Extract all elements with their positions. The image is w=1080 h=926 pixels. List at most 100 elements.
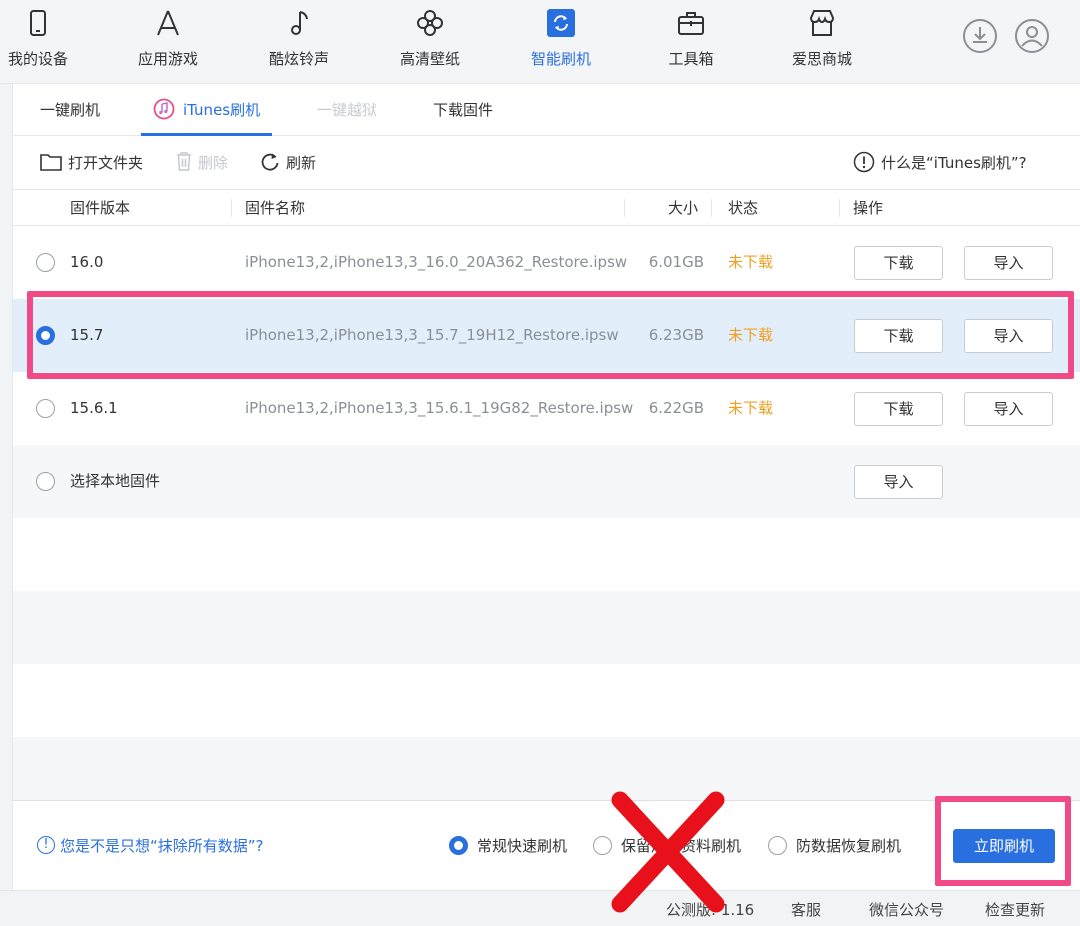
table-row[interactable]: 15.6.1 iPhone13,2,iPhone13,3_15.6.1_19G8… — [13, 372, 1080, 445]
tab-download-firmware[interactable]: 下载固件 — [433, 84, 493, 136]
firmware-status: 未下载 — [728, 399, 774, 417]
nav-toolbox[interactable]: 工具箱 — [636, 0, 746, 84]
nav-label: 高清壁纸 — [399, 50, 460, 68]
table-row-selected[interactable]: 15.7 iPhone13,2,iPhone13,3_15.7_19H12_Re… — [13, 299, 1080, 372]
nav-label: 爱思商城 — [791, 50, 852, 68]
tab-jailbreak[interactable]: 一键越狱 — [317, 84, 377, 136]
firmware-version: 15.6.1 — [70, 399, 118, 417]
download-button[interactable]: 下载 — [854, 392, 943, 426]
flash-options-bar: ! 您是不是只想“抹除所有数据”? 常规快速刷机 保留用户资料刷机 防数据恢复刷机… — [13, 800, 1080, 890]
erase-question-label: 您是不是只想“抹除所有数据”? — [60, 837, 264, 855]
row-radio[interactable] — [36, 472, 55, 491]
tab-bar: 一键刷机 iTunes刷机 一键越狱 下载固件 — [13, 84, 1080, 136]
phone-icon — [30, 10, 46, 36]
refresh-square-icon — [547, 9, 575, 37]
info-circle-icon — [853, 151, 875, 172]
table-row[interactable]: 16.0 iPhone13,2,iPhone13,3_16.0_20A362_R… — [13, 226, 1080, 299]
col-status: 状态 — [728, 199, 759, 217]
col-version: 固件版本 — [70, 199, 131, 217]
mode-radio[interactable] — [768, 835, 787, 855]
open-folder-button[interactable]: 打开文件夹 — [40, 136, 143, 190]
firmware-toolbar: 打开文件夹 删除 刷新 什么是“iTunes刷机”? — [13, 136, 1080, 190]
firmware-version: 15.7 — [70, 326, 104, 344]
col-separator — [231, 199, 232, 217]
nav-label: 工具箱 — [668, 50, 714, 68]
row-radio[interactable] — [36, 326, 55, 345]
help-label: 什么是“iTunes刷机”? — [881, 154, 1027, 172]
left-sidebar-edge — [0, 84, 13, 890]
wechat-account-link[interactable]: 微信公众号 — [869, 891, 944, 926]
app-store-icon — [157, 10, 179, 36]
col-separator — [839, 199, 840, 217]
delete-button[interactable]: 删除 — [176, 136, 228, 190]
mode-anti-recovery-flash[interactable]: 防数据恢复刷机 — [768, 835, 901, 856]
music-note-icon — [291, 11, 308, 35]
mode-keep-data-flash[interactable]: 保留用户资料刷机 — [593, 835, 741, 856]
firmware-status: 未下载 — [728, 326, 774, 344]
empty-row — [13, 664, 1080, 737]
col-action: 操作 — [853, 199, 884, 217]
table-header: 固件版本 固件名称 大小 状态 操作 — [13, 190, 1080, 226]
mode-label: 常规快速刷机 — [477, 837, 568, 855]
what-is-itunes-flash-link[interactable]: 什么是“iTunes刷机”? — [853, 136, 1027, 190]
delete-label: 删除 — [198, 154, 229, 172]
col-size: 大小 — [668, 199, 699, 217]
user-circle-icon[interactable] — [1014, 18, 1050, 54]
import-local-button[interactable]: 导入 — [854, 465, 943, 499]
nav-wallpapers[interactable]: 高清壁纸 — [375, 0, 485, 84]
firmware-name: iPhone13,2,iPhone13,3_16.0_20A362_Restor… — [245, 253, 628, 271]
folder-icon — [40, 153, 62, 171]
nav-ringtones[interactable]: 酷炫铃声 — [244, 0, 354, 84]
open-folder-label: 打开文件夹 — [68, 154, 144, 172]
tab-one-click-flash[interactable]: 一键刷机 — [40, 84, 100, 136]
mode-label: 防数据恢复刷机 — [796, 837, 902, 855]
firmware-size: 6.22GB — [648, 399, 704, 417]
import-button[interactable]: 导入 — [964, 319, 1053, 353]
version-label: 公测版: 1.16 — [666, 901, 755, 919]
nav-smart-flash[interactable]: 智能刷机 — [506, 0, 616, 84]
download-circle-icon[interactable] — [962, 18, 998, 54]
download-button[interactable]: 下载 — [854, 246, 943, 280]
col-name: 固件名称 — [245, 199, 306, 217]
mode-regular-quick-flash[interactable]: 常规快速刷机 — [449, 835, 567, 856]
flower-icon — [417, 10, 443, 36]
firmware-size: 6.01GB — [648, 253, 704, 271]
firmware-size: 6.23GB — [648, 326, 704, 344]
refresh-icon — [261, 153, 279, 171]
empty-row — [13, 591, 1080, 664]
local-firmware-label: 选择本地固件 — [70, 472, 161, 490]
empty-row — [13, 737, 1080, 800]
erase-all-data-link[interactable]: ! 您是不是只想“抹除所有数据”? — [37, 835, 264, 856]
download-button[interactable]: 下载 — [854, 319, 943, 353]
mode-radio[interactable] — [593, 835, 612, 855]
firmware-status: 未下载 — [728, 253, 774, 271]
firmware-version: 16.0 — [70, 253, 104, 271]
row-radio[interactable] — [36, 399, 55, 418]
trash-icon — [177, 152, 191, 171]
nav-label: 我的设备 — [7, 50, 68, 68]
status-bar: 公测版: 1.16 客服 微信公众号 检查更新 — [0, 890, 1080, 926]
nav-store[interactable]: 爱思商城 — [767, 0, 877, 84]
nav-my-device[interactable]: 我的设备 — [0, 0, 93, 84]
check-update-link[interactable]: 检查更新 — [985, 891, 1045, 926]
firmware-name: iPhone13,2,iPhone13,3_15.7_19H12_Restore… — [245, 326, 619, 344]
nav-apps-games[interactable]: 应用游戏 — [113, 0, 223, 84]
nav-label: 智能刷机 — [530, 50, 591, 68]
local-firmware-row[interactable]: 选择本地固件 导入 — [13, 445, 1080, 518]
row-radio[interactable] — [36, 253, 55, 272]
import-button[interactable]: 导入 — [964, 392, 1053, 426]
top-navigation: 我的设备 应用游戏 酷炫铃声 高清壁纸 智能刷机 工具箱 爱思商城 — [0, 0, 1080, 84]
mode-radio[interactable] — [449, 835, 468, 855]
mode-label: 保留用户资料刷机 — [621, 837, 742, 855]
tab-itunes-flash[interactable]: iTunes刷机 — [141, 84, 273, 136]
info-circle-icon: ! — [37, 836, 55, 854]
refresh-button[interactable]: 刷新 — [260, 136, 316, 190]
tab-label: iTunes刷机 — [183, 101, 261, 119]
flash-now-button[interactable]: 立即刷机 — [953, 829, 1055, 863]
col-separator — [624, 199, 625, 217]
nav-label: 应用游戏 — [137, 50, 198, 68]
import-button[interactable]: 导入 — [964, 246, 1053, 280]
col-separator — [711, 199, 712, 217]
itunes-icon — [153, 98, 175, 120]
customer-service-link[interactable]: 客服 — [791, 891, 821, 926]
